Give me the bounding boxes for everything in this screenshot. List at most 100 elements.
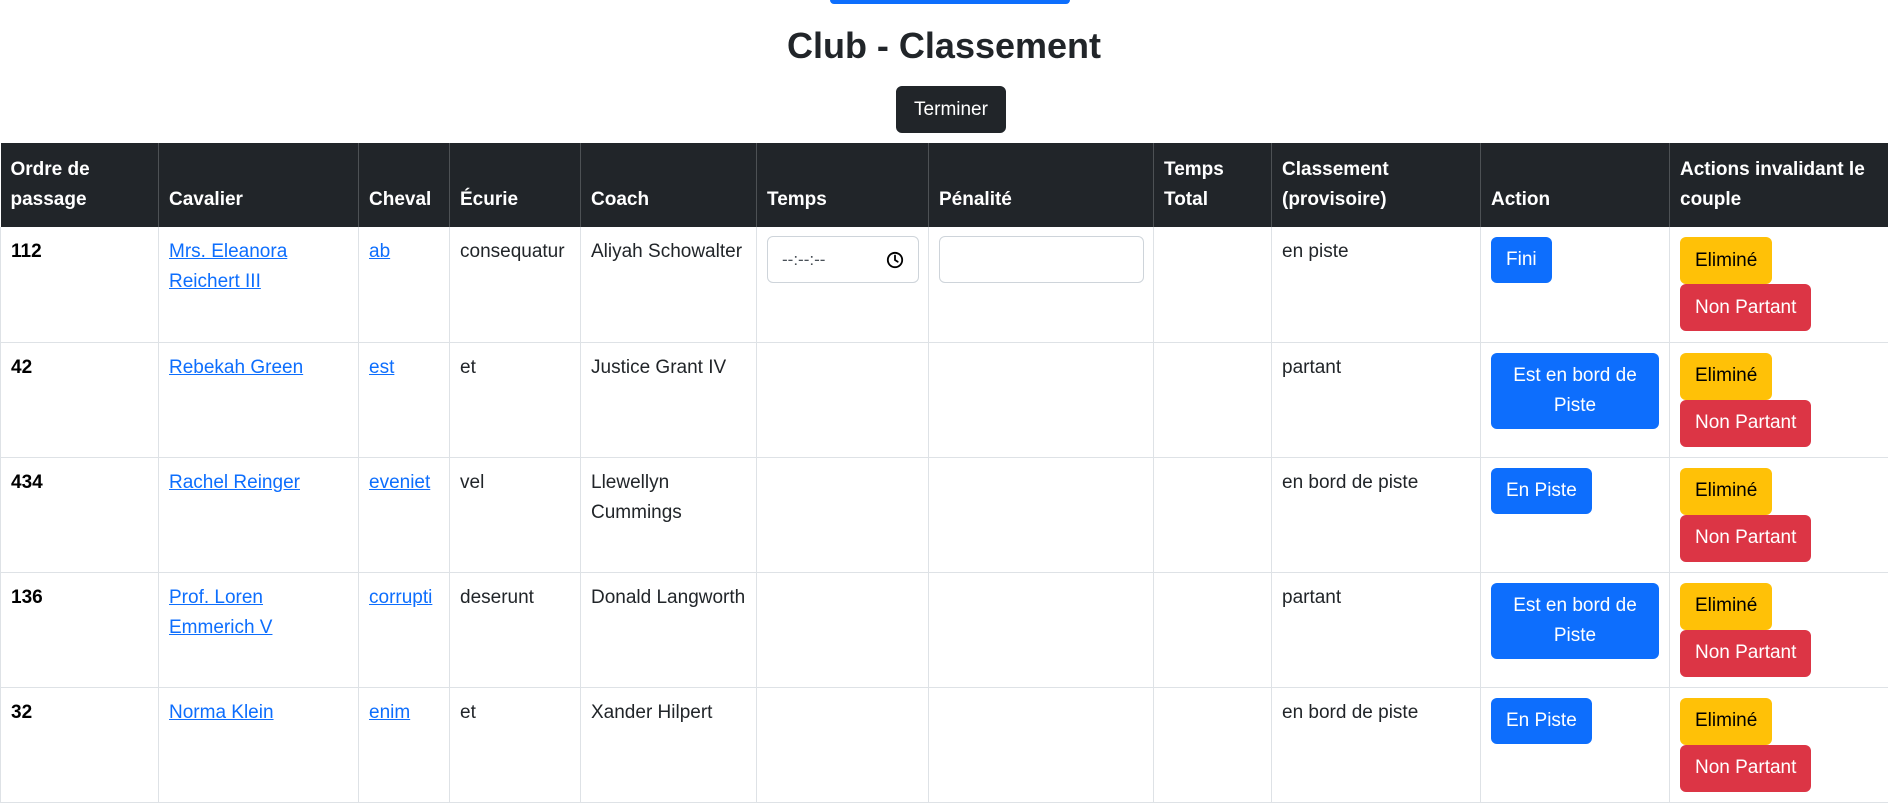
non-starter-button[interactable]: Non Partant [1680,284,1812,331]
penalty-input[interactable] [939,236,1144,283]
penalite-cell [928,457,1154,573]
coach-cell: Justice Grant IV [580,342,757,458]
non-starter-button[interactable]: Non Partant [1680,514,1812,562]
eliminated-button[interactable]: Eliminé [1680,582,1773,630]
action-button[interactable]: En Piste [1491,697,1592,744]
action-cell: Fini [1480,227,1670,343]
action-button[interactable]: Est en bord de Piste [1491,352,1659,429]
header-actions-invalidant: Actions invalidant le couple [1669,143,1888,227]
coach-cell: Aliyah Schowalter [580,227,757,343]
action-button[interactable]: En Piste [1491,467,1592,514]
temps-total-cell [1153,572,1272,688]
table-row: 434 Rachel Reinger eveniet vel Llewellyn… [0,457,1888,573]
ordre-cell: 112 [0,227,159,343]
header-coach: Coach [580,143,757,227]
ordre-cell: 136 [0,572,159,688]
eliminated-button[interactable]: Eliminé [1680,697,1773,745]
temps-total-cell [1153,687,1272,803]
cavalier-cell: Prof. Loren Emmerich V [158,572,359,688]
finish-button[interactable]: Terminer [896,86,1006,133]
temps-total-cell [1153,342,1272,458]
cheval-cell: corrupti [358,572,450,688]
cavalier-cell: Rebekah Green [158,342,359,458]
header-temps-total: Temps Total [1153,143,1272,227]
ranking-table: Ordre de passage Cavalier Cheval Écurie … [0,143,1888,803]
ecurie-cell: deserunt [449,572,581,688]
table-header-row: Ordre de passage Cavalier Cheval Écurie … [0,143,1888,227]
temps-cell [756,342,929,458]
clock-icon[interactable] [886,251,904,269]
eliminated-button[interactable]: Eliminé [1680,352,1773,400]
temps-cell [756,572,929,688]
header-ecurie: Écurie [449,143,581,227]
cheval-link[interactable]: eveniet [369,472,430,493]
header-penalite: Pénalité [928,143,1154,227]
cavalier-link[interactable]: Norma Klein [169,702,274,723]
eliminated-button[interactable]: Eliminé [1680,237,1773,284]
time-placeholder: --:--:-- [782,249,826,269]
cavalier-cell: Mrs. Eleanora Reichert III [158,227,359,343]
action-cell: En Piste [1480,687,1670,803]
penalite-cell [928,687,1154,803]
cheval-cell: ab [358,227,450,343]
table-row: 136 Prof. Loren Emmerich V corrupti dese… [0,572,1888,688]
ecurie-cell: vel [449,457,581,573]
penalite-cell [928,572,1154,688]
ecurie-cell: et [449,342,581,458]
cheval-link[interactable]: corrupti [369,587,432,608]
invalidating-actions-cell: Eliminé Non Partant [1669,457,1888,573]
header-action: Action [1480,143,1670,227]
action-button[interactable]: Fini [1491,237,1552,283]
temps-cell [756,457,929,573]
non-starter-button[interactable]: Non Partant [1680,399,1812,447]
header-classement: Classement (provisoire) [1271,143,1481,227]
non-starter-button[interactable]: Non Partant [1680,744,1812,792]
penalite-cell [928,227,1154,343]
header-cheval: Cheval [358,143,450,227]
cheval-cell: eveniet [358,457,450,573]
temps-total-cell [1153,227,1272,343]
cavalier-link[interactable]: Rachel Reinger [169,472,300,493]
invalidating-actions-cell: Eliminé Non Partant [1669,687,1888,803]
ordre-cell: 32 [0,687,159,803]
penalite-cell [928,342,1154,458]
header-temps: Temps [756,143,929,227]
coach-cell: Llewellyn Cummings [580,457,757,573]
ecurie-cell: et [449,687,581,803]
cheval-link[interactable]: est [369,357,394,378]
invalidating-actions-cell: Eliminé Non Partant [1669,572,1888,688]
table-row: 42 Rebekah Green est et Justice Grant IV… [0,342,1888,458]
temps-total-cell [1153,457,1272,573]
non-starter-button[interactable]: Non Partant [1680,629,1812,677]
invalidating-actions-cell: Eliminé Non Partant [1669,227,1888,343]
header-ordre: Ordre de passage [0,143,159,227]
action-cell: Est en bord de Piste [1480,572,1670,688]
top-nav-button-partial[interactable] [830,0,1070,4]
cheval-link[interactable]: enim [369,702,410,723]
classement-cell: en bord de piste [1271,457,1481,573]
classement-cell: en piste [1271,227,1481,343]
cavalier-link[interactable]: Prof. Loren Emmerich V [169,587,272,638]
header-cavalier: Cavalier [158,143,359,227]
coach-cell: Donald Langworth [580,572,757,688]
cavalier-cell: Norma Klein [158,687,359,803]
cheval-link[interactable]: ab [369,241,390,262]
classement-cell: partant [1271,572,1481,688]
cheval-cell: enim [358,687,450,803]
action-button[interactable]: Est en bord de Piste [1491,582,1659,659]
ordre-cell: 42 [0,342,159,458]
ordre-cell: 434 [0,457,159,573]
eliminated-button[interactable]: Eliminé [1680,467,1773,515]
coach-cell: Xander Hilpert [580,687,757,803]
action-cell: Est en bord de Piste [1480,342,1670,458]
page-title: Club - Classement [786,25,1102,66]
temps-cell: --:--:-- [756,227,929,343]
temps-cell [756,687,929,803]
cavalier-link[interactable]: Rebekah Green [169,357,303,378]
cheval-cell: est [358,342,450,458]
time-input[interactable]: --:--:-- [767,236,919,283]
action-cell: En Piste [1480,457,1670,573]
cavalier-link[interactable]: Mrs. Eleanora Reichert III [169,241,287,292]
classement-cell: partant [1271,342,1481,458]
cavalier-cell: Rachel Reinger [158,457,359,573]
